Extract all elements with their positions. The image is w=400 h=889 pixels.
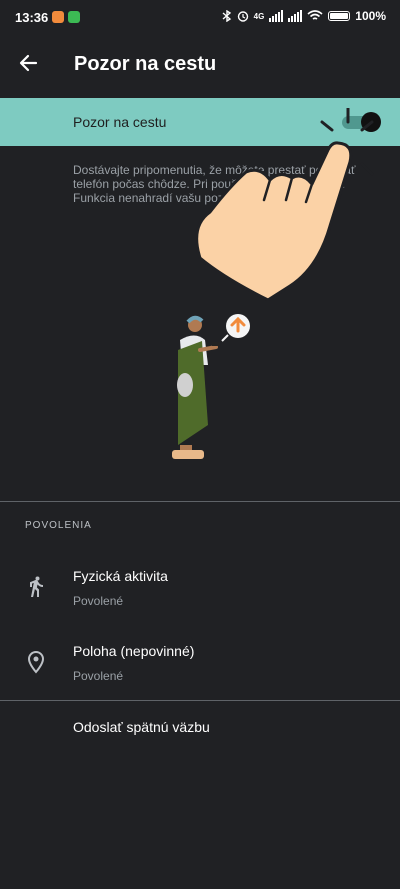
page-title: Pozor na cestu	[74, 53, 217, 75]
alarm-icon	[237, 11, 248, 22]
section-divider	[0, 700, 400, 701]
status-time: 13:36	[15, 10, 49, 25]
permissions-header: POVOLENIA	[25, 520, 92, 531]
section-divider	[0, 501, 400, 502]
toggle-label: Pozor na cestu	[73, 114, 167, 130]
walking-icon	[30, 576, 43, 597]
permission-physical-activity[interactable]: Fyzická aktivita Povolené	[0, 552, 400, 622]
tap-gesture-hand-icon	[195, 108, 382, 302]
status-bar: 13:36 4G 100%	[0, 0, 400, 36]
permission-status: Povolené	[73, 594, 124, 608]
permission-title: Poloha (nepovinné)	[73, 643, 195, 659]
status-indicators: 4G 100%	[222, 9, 386, 23]
wifi-icon	[307, 10, 323, 20]
notification-message-icon	[68, 11, 80, 23]
app-bar: Pozor na cestu	[0, 36, 400, 94]
permission-location[interactable]: Poloha (nepovinné) Povolené	[0, 628, 400, 698]
battery-icon	[328, 11, 351, 21]
signal-icon	[269, 10, 284, 22]
back-arrow-icon[interactable]	[14, 48, 44, 78]
bluetooth-icon	[222, 10, 231, 22]
send-feedback-link[interactable]: Odoslať spätnú väzbu	[73, 719, 210, 735]
network-type: 4G	[253, 11, 265, 21]
signal-2-icon	[288, 10, 303, 22]
permission-status: Povolené	[73, 669, 124, 683]
notification-app-icon	[52, 11, 64, 23]
walking-person-illustration	[172, 314, 250, 459]
permission-title: Fyzická aktivita	[73, 568, 168, 584]
location-pin-icon	[27, 650, 45, 674]
battery-percent: 100%	[355, 9, 386, 23]
